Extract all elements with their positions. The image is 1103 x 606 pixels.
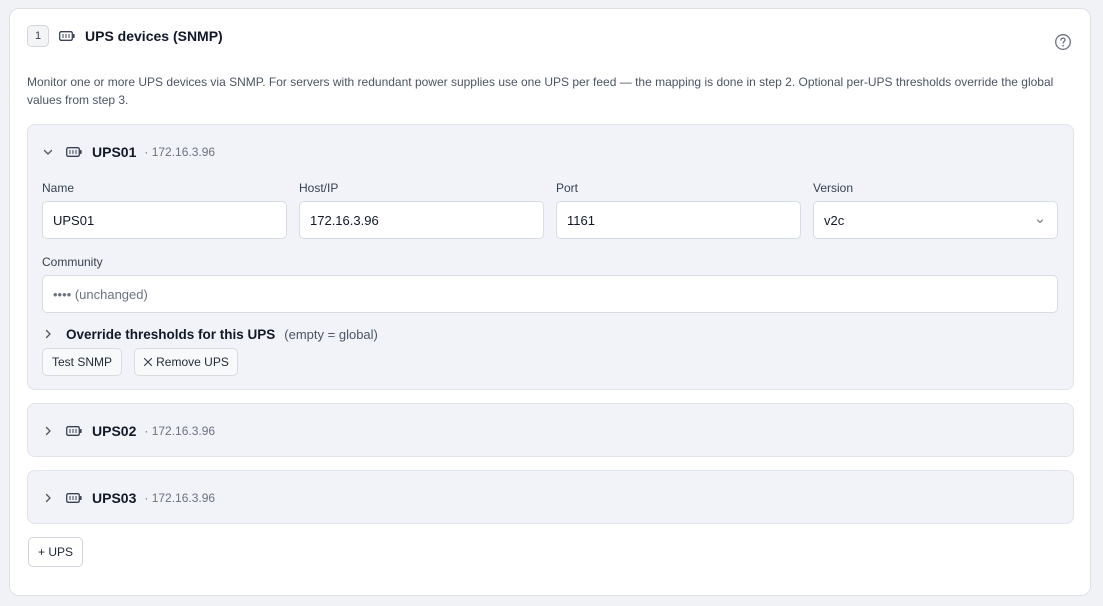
close-icon	[144, 357, 153, 367]
ups-ip: · 172.16.3.96	[144, 491, 216, 505]
ups-panel-ups02[interactable]: UPS02 · 172.16.3.96	[27, 403, 1074, 457]
ups-ip: · 172.16.3.96	[144, 424, 216, 438]
port-input[interactable]: 1161	[556, 201, 801, 239]
chevron-down-icon[interactable]	[42, 146, 54, 158]
host-input[interactable]: 172.16.3.96	[299, 201, 544, 239]
ups-name: UPS02	[92, 423, 137, 439]
ups-devices-card: 1 UPS devices (SNMP) Monitor one or more…	[9, 8, 1091, 596]
add-ups-button[interactable]: + UPS	[28, 537, 83, 567]
chevron-down-icon	[1036, 219, 1044, 224]
override-note: (empty = global)	[284, 326, 378, 342]
section-title: UPS devices (SNMP)	[85, 28, 223, 44]
ups-battery-icon	[59, 31, 75, 41]
ups-ip: · 172.16.3.96	[144, 145, 216, 159]
host-label: Host/IP	[299, 181, 339, 195]
chevron-right-icon[interactable]	[42, 328, 54, 340]
community-label: Community	[42, 255, 103, 269]
ups-name: UPS01	[92, 144, 137, 160]
ups-battery-icon	[66, 493, 82, 503]
section-header: 1 UPS devices (SNMP)	[27, 25, 223, 47]
ups-panel-ups03[interactable]: UPS03 · 172.16.3.96	[27, 470, 1074, 524]
ups-battery-icon	[66, 426, 82, 436]
chevron-right-icon[interactable]	[42, 492, 54, 504]
test-snmp-button[interactable]: Test SNMP	[42, 348, 122, 376]
test-snmp-label: Test SNMP	[51, 355, 112, 369]
version-value: v2c	[824, 212, 845, 228]
ups-panel-header[interactable]: UPS01 · 172.16.3.96	[42, 125, 215, 179]
override-title: Override thresholds for this UPS	[66, 326, 276, 342]
remove-ups-button[interactable]: Remove UPS	[134, 348, 238, 376]
ups-name: UPS03	[92, 490, 137, 506]
override-thresholds-toggle[interactable]: Override thresholds for this UPS (empty …	[42, 325, 378, 343]
section-description: Monitor one or more UPS devices via SNMP…	[27, 75, 1054, 107]
name-label: Name	[42, 181, 75, 195]
ups-panel-header[interactable]: UPS02 · 172.16.3.96	[42, 404, 215, 458]
ups-panel-ups01: UPS01 · 172.16.3.96 Name UPS01 Host/IP 1…	[27, 124, 1074, 390]
community-input[interactable]: •••• (unchanged)	[42, 275, 1058, 313]
chevron-right-icon[interactable]	[42, 425, 54, 437]
ups-panel-header[interactable]: UPS03 · 172.16.3.96	[42, 471, 215, 525]
version-label: Version	[813, 181, 854, 195]
step-number-badge: 1	[27, 25, 49, 47]
help-circle-icon[interactable]	[1054, 33, 1072, 51]
name-input[interactable]: UPS01	[42, 201, 287, 239]
ups-battery-icon	[66, 147, 82, 157]
remove-ups-label: Remove UPS	[156, 355, 229, 369]
version-select[interactable]: v2c	[813, 201, 1058, 239]
port-label: Port	[556, 181, 579, 195]
